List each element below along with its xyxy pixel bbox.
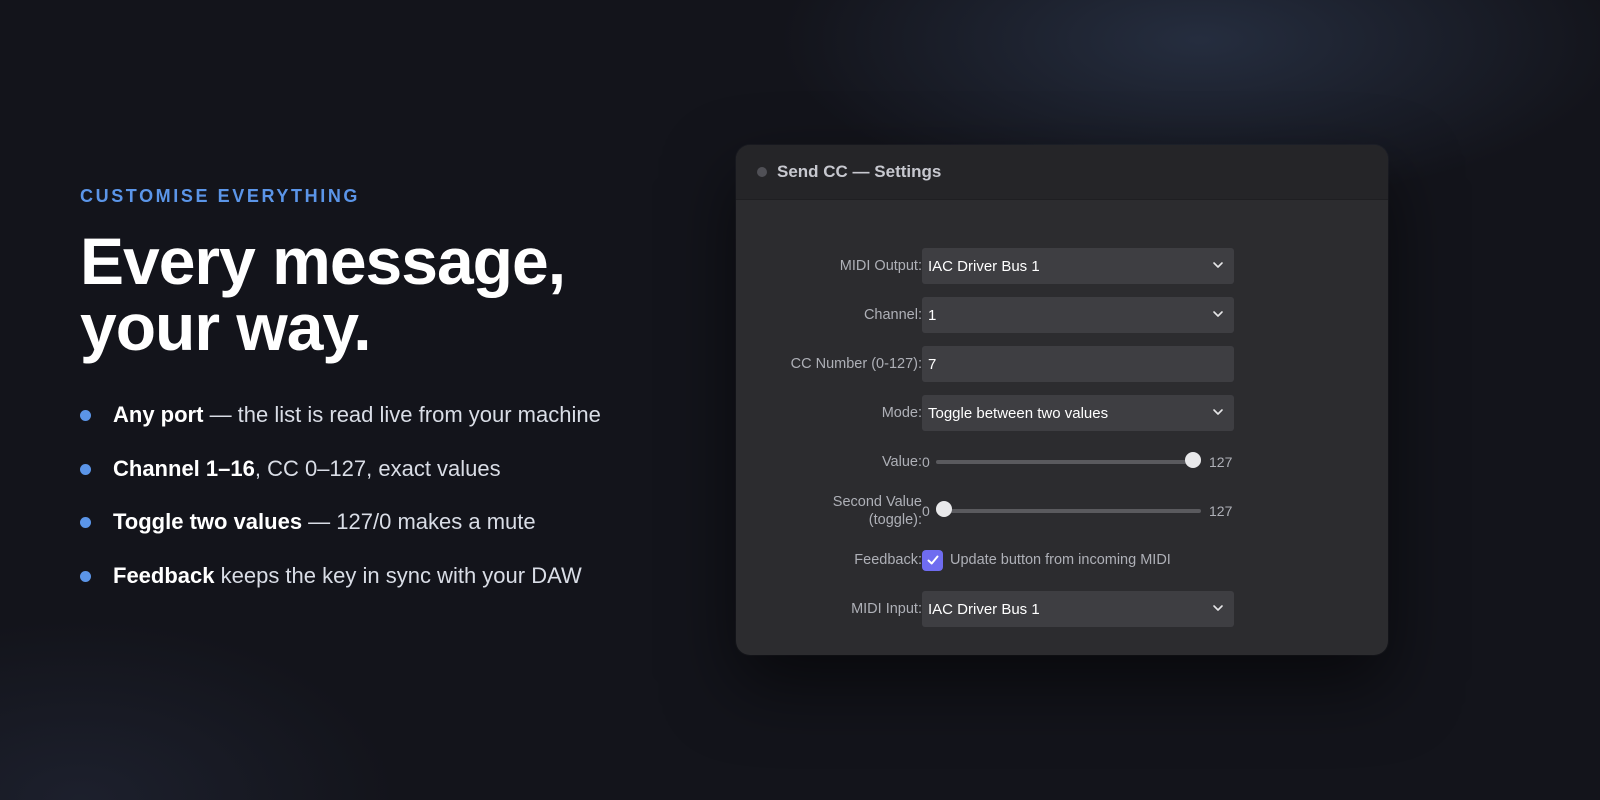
window-dot-icon: [757, 167, 767, 177]
mode-value: Toggle between two values: [928, 404, 1109, 422]
headline: Every message, your way.: [80, 224, 566, 364]
checkmark-icon: [927, 555, 938, 565]
feature-item-toggle: Toggle two values — 127/0 makes a mute: [80, 507, 601, 561]
value-slider-max: 127: [1209, 454, 1233, 470]
feature-item-channel: Channel 1–16, CC 0–127, exact values: [80, 454, 601, 508]
bullet-dot-icon: [80, 410, 91, 421]
feature-list: Any port — the list is read live from yo…: [80, 400, 601, 614]
second-value-slider-max: 127: [1209, 503, 1233, 519]
window-title: Send CC — Settings: [777, 162, 942, 181]
cc-number-input[interactable]: 7: [922, 346, 1234, 382]
channel-label: Channel:: [863, 307, 922, 323]
feature-title: Feedback: [113, 562, 215, 588]
headline-line-1: Every message,: [80, 224, 566, 298]
chevron-down-icon: [1213, 311, 1223, 317]
feedback-checkbox-label: Update button from incoming MIDI: [950, 552, 1171, 568]
second-value-slider-thumb[interactable]: [936, 501, 952, 517]
midi-output-value: IAC Driver Bus 1: [928, 257, 1040, 275]
feature-item-feedback: Feedback keeps the key in sync with your…: [80, 561, 601, 615]
settings-window: Send CC — Settings MIDI Output: IAC Driv…: [736, 145, 1388, 655]
value-label: Value:: [881, 454, 922, 470]
feature-title: Any port: [113, 402, 204, 427]
feature-text: , CC 0–127, exact values: [254, 455, 501, 481]
mode-row: Mode: Toggle between two values: [736, 395, 1388, 431]
bullet-dot-icon: [80, 463, 91, 475]
mode-select[interactable]: Toggle between two values: [922, 395, 1234, 431]
value-slider-min: 0: [922, 454, 930, 470]
midi-input-select[interactable]: IAC Driver Bus 1: [922, 591, 1234, 627]
midi-input-row: MIDI Input: IAC Driver Bus 1: [736, 591, 1388, 627]
feedback-checkbox[interactable]: [922, 549, 943, 571]
feature-text: — the list is read live from your machin…: [203, 402, 601, 427]
feature-title: Channel 1–16: [113, 455, 255, 481]
chevron-down-icon: [1213, 605, 1223, 611]
chevron-down-icon: [1213, 409, 1223, 415]
second-value-label: Second Value (toggle):: [832, 494, 922, 528]
feature-item-any-port: Any port — the list is read live from yo…: [80, 400, 601, 454]
midi-output-select[interactable]: IAC Driver Bus 1: [922, 248, 1234, 284]
cc-number-label: CC Number (0-127):: [790, 356, 922, 372]
second-value-row: Second Value (toggle): 0 127: [736, 493, 1388, 529]
channel-select[interactable]: 1: [922, 297, 1234, 333]
feedback-label: Feedback:: [854, 552, 922, 568]
feature-title: Toggle two values: [113, 509, 303, 534]
bullet-dot-icon: [80, 570, 91, 582]
value-slider-track[interactable]: [936, 452, 1201, 468]
feature-text: keeps the key in sync with your DAW: [214, 562, 582, 588]
feedback-checkbox-group[interactable]: Update button from incoming MIDI: [922, 542, 1234, 578]
mode-label: Mode:: [881, 405, 922, 421]
window-titlebar[interactable]: Send CC — Settings: [736, 145, 1388, 200]
channel-value: 1: [928, 306, 937, 324]
feedback-row: Feedback: Update button from incoming MI…: [736, 542, 1388, 578]
midi-input-label: MIDI Input:: [851, 601, 922, 617]
value-row: Value: 0 127: [736, 444, 1388, 480]
second-value-slider: 0 127: [922, 493, 1234, 529]
feature-text: — 127/0 makes a mute: [302, 509, 536, 534]
channel-row: Channel: 1: [736, 297, 1388, 333]
cc-number-value: 7: [928, 355, 937, 373]
second-value-slider-min: 0: [922, 503, 930, 519]
value-slider-thumb[interactable]: [1185, 452, 1201, 468]
midi-output-label: MIDI Output:: [839, 258, 922, 274]
eyebrow-label: CUSTOMISE EVERYTHING: [80, 186, 361, 206]
chevron-down-icon: [1213, 262, 1223, 268]
cc-number-row: CC Number (0-127): 7: [736, 346, 1388, 382]
midi-input-value: IAC Driver Bus 1: [928, 600, 1040, 618]
bullet-dot-icon: [80, 517, 91, 528]
midi-output-row: MIDI Output: IAC Driver Bus 1: [736, 248, 1388, 284]
headline-line-2: your way.: [80, 290, 372, 364]
value-slider: 0 127: [922, 444, 1234, 480]
second-value-slider-track[interactable]: [936, 501, 1201, 517]
